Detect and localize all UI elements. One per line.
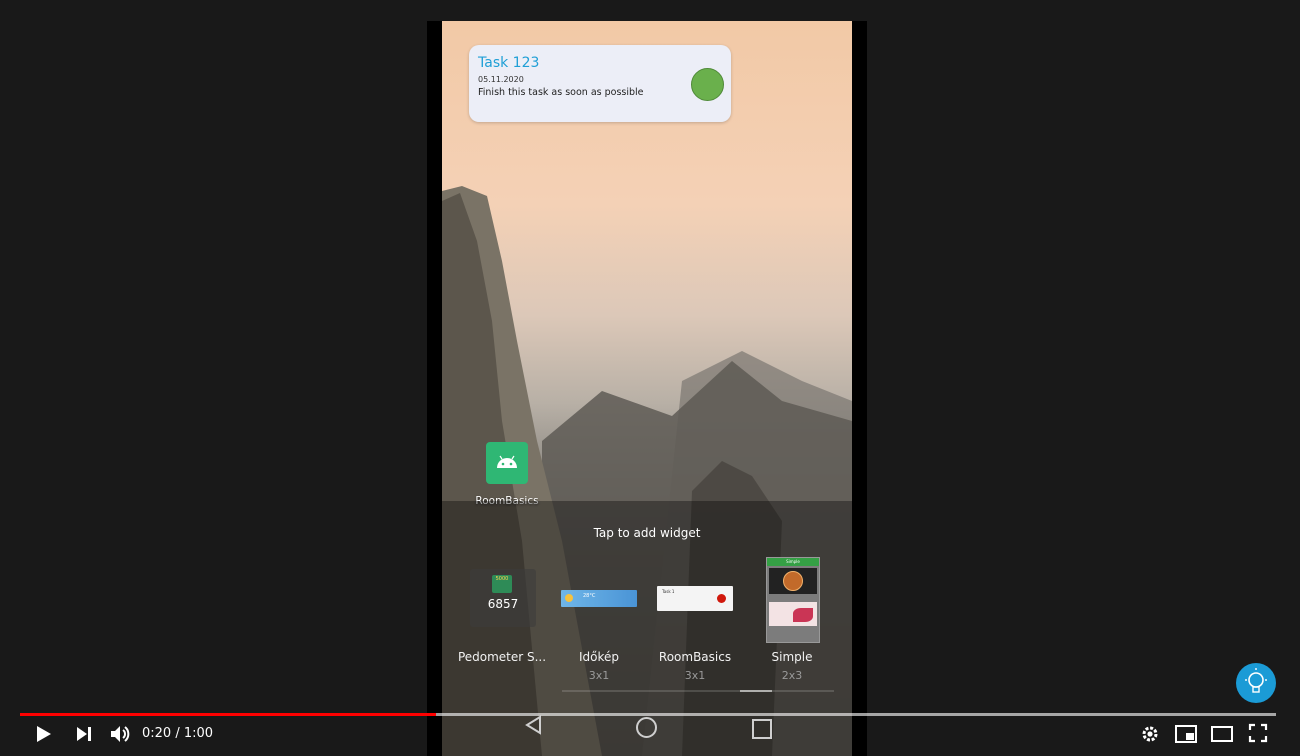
widget-name[interactable]: Időkép — [551, 650, 647, 664]
gauge-icon — [769, 568, 817, 594]
widget-size: 3x1 — [588, 669, 610, 682]
theater-icon[interactable] — [1211, 726, 1233, 742]
play-icon[interactable] — [33, 724, 53, 744]
tap-to-add-widget-hint: Tap to add widget — [593, 526, 701, 540]
task-description: Finish this task as soon as possible — [478, 87, 644, 98]
video-player[interactable]: Task 123 05.11.2020 Finish this task as … — [0, 0, 1300, 756]
time-display: 0:20 / 1:00 — [142, 726, 214, 741]
nav-home-icon[interactable] — [636, 717, 657, 738]
widget-size: 2x3 — [781, 669, 803, 682]
settings-icon[interactable] — [1140, 724, 1160, 744]
phone-screen: Task 123 05.11.2020 Finish this task as … — [442, 21, 852, 756]
task-date: 05.11.2020 — [478, 75, 524, 84]
pedometer-widget-preview[interactable]: 5000 6857 — [470, 569, 536, 627]
widget-scroll-track — [562, 690, 834, 692]
widget-size: 3x1 — [684, 669, 706, 682]
pedometer-badge-icon: 5000 — [492, 575, 512, 593]
simple-widget-preview[interactable]: Simple — [766, 557, 820, 643]
task-status-dot — [717, 594, 726, 603]
nav-recents-icon[interactable] — [752, 719, 772, 739]
widget-name[interactable]: RoomBasics — [647, 650, 743, 664]
widget-name[interactable]: Simple — [744, 650, 840, 664]
nav-back-icon[interactable] — [524, 715, 544, 735]
card-thumbnail — [769, 602, 817, 626]
sun-icon — [565, 594, 573, 602]
task-status-dot — [691, 68, 724, 101]
progress-played — [20, 713, 436, 716]
lightbulb-icon[interactable] — [1236, 663, 1276, 703]
volume-icon[interactable] — [108, 722, 132, 746]
next-icon[interactable] — [74, 724, 94, 744]
idokep-widget-preview[interactable]: 28°C — [561, 590, 637, 607]
android-icon[interactable] — [486, 442, 528, 484]
fullscreen-icon[interactable] — [1248, 723, 1268, 743]
task-title: Task 123 — [478, 55, 540, 71]
task-widget[interactable]: Task 123 05.11.2020 Finish this task as … — [469, 45, 731, 122]
progress-buffered — [436, 713, 1276, 716]
widget-scroll-thumb[interactable] — [740, 690, 772, 692]
roombasics-widget-preview[interactable]: Task 1 — [657, 586, 733, 611]
pedometer-step-count: 6857 — [487, 597, 519, 611]
miniplayer-icon[interactable] — [1175, 724, 1197, 744]
widget-name[interactable]: Pedometer S... — [454, 650, 550, 664]
